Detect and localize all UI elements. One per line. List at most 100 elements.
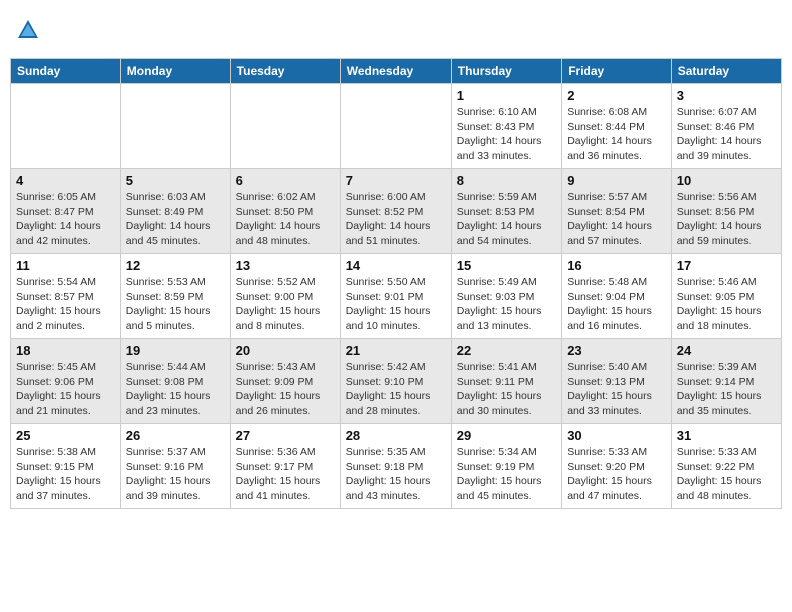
logo [14,16,46,44]
calendar-cell: 26Sunrise: 5:37 AM Sunset: 9:16 PM Dayli… [120,424,230,509]
calendar-cell: 15Sunrise: 5:49 AM Sunset: 9:03 PM Dayli… [451,254,561,339]
day-header-monday: Monday [120,59,230,84]
calendar-cell: 6Sunrise: 6:02 AM Sunset: 8:50 PM Daylig… [230,169,340,254]
day-number: 5 [126,173,225,188]
calendar-cell: 9 Sunrise: 5:57 AM Sunset: 8:54 PM Daylig… [562,169,672,254]
day-number: 25 [16,428,115,443]
calendar-cell: 29 Sunrise: 5:34 AM Sunset: 9:19 PM Dayli… [451,424,561,509]
day-number: 4 [16,173,115,188]
calendar-cell: 28 Sunrise: 5:35 AM Sunset: 9:18 PM Dayli… [340,424,451,509]
day-number: 31 [677,428,776,443]
calendar-cell: 14 Sunrise: 5:50 AM Sunset: 9:01 PM Dayli… [340,254,451,339]
day-number: 30 [567,428,666,443]
day-info: Sunrise: 5:57 AM Sunset: 8:54 PM Dayligh… [567,190,666,249]
day-header-thursday: Thursday [451,59,561,84]
day-info: Sunrise: 5:35 AM Sunset: 9:18 PM Dayligh… [346,445,446,504]
calendar-header-row: SundayMondayTuesdayWednesdayThursdayFrid… [11,59,782,84]
calendar-cell [120,84,230,169]
calendar-cell: 12 Sunrise: 5:53 AM Sunset: 8:59 PM Dayli… [120,254,230,339]
day-header-friday: Friday [562,59,672,84]
day-info: Sunrise: 5:41 AM Sunset: 9:11 PM Dayligh… [457,360,556,419]
calendar-cell: 10Sunrise: 5:56 AM Sunset: 8:56 PM Dayli… [671,169,781,254]
day-number: 6 [236,173,335,188]
day-number: 16 [567,258,666,273]
day-number: 26 [126,428,225,443]
calendar-cell: 21 Sunrise: 5:42 AM Sunset: 9:10 PM Dayli… [340,339,451,424]
day-number: 27 [236,428,335,443]
day-info: Sunrise: 5:42 AM Sunset: 9:10 PM Dayligh… [346,360,446,419]
calendar-week-2: 4 Sunrise: 6:05 AM Sunset: 8:47 PM Daylig… [11,169,782,254]
calendar-cell: 5 Sunrise: 6:03 AM Sunset: 8:49 PM Daylig… [120,169,230,254]
day-header-sunday: Sunday [11,59,121,84]
day-info: Sunrise: 5:33 AM Sunset: 9:22 PM Dayligh… [677,445,776,504]
day-info: Sunrise: 6:08 AM Sunset: 8:44 PM Dayligh… [567,105,666,164]
calendar-cell: 16Sunrise: 5:48 AM Sunset: 9:04 PM Dayli… [562,254,672,339]
calendar-cell: 13 Sunrise: 5:52 AM Sunset: 9:00 PM Dayli… [230,254,340,339]
page-header [10,10,782,50]
logo-icon [14,16,42,44]
calendar-cell: 8 Sunrise: 5:59 AM Sunset: 8:53 PM Daylig… [451,169,561,254]
day-info: Sunrise: 5:40 AM Sunset: 9:13 PM Dayligh… [567,360,666,419]
calendar-cell: 17Sunrise: 5:46 AM Sunset: 9:05 PM Dayli… [671,254,781,339]
day-header-saturday: Saturday [671,59,781,84]
day-number: 7 [346,173,446,188]
calendar-cell: 7 Sunrise: 6:00 AM Sunset: 8:52 PM Daylig… [340,169,451,254]
day-info: Sunrise: 5:36 AM Sunset: 9:17 PM Dayligh… [236,445,335,504]
calendar-week-4: 18 Sunrise: 5:45 AM Sunset: 9:06 PM Dayli… [11,339,782,424]
day-info: Sunrise: 5:39 AM Sunset: 9:14 PM Dayligh… [677,360,776,419]
day-number: 9 [567,173,666,188]
day-number: 11 [16,258,115,273]
day-info: Sunrise: 5:46 AM Sunset: 9:05 PM Dayligh… [677,275,776,334]
day-info: Sunrise: 5:52 AM Sunset: 9:00 PM Dayligh… [236,275,335,334]
day-number: 12 [126,258,225,273]
day-number: 28 [346,428,446,443]
day-number: 13 [236,258,335,273]
day-info: Sunrise: 6:07 AM Sunset: 8:46 PM Dayligh… [677,105,776,164]
calendar-cell [230,84,340,169]
day-number: 19 [126,343,225,358]
day-info: Sunrise: 6:03 AM Sunset: 8:49 PM Dayligh… [126,190,225,249]
day-number: 20 [236,343,335,358]
day-number: 23 [567,343,666,358]
day-info: Sunrise: 5:53 AM Sunset: 8:59 PM Dayligh… [126,275,225,334]
calendar-cell: 30 Sunrise: 5:33 AM Sunset: 9:20 PM Dayli… [562,424,672,509]
day-info: Sunrise: 5:43 AM Sunset: 9:09 PM Dayligh… [236,360,335,419]
day-info: Sunrise: 5:50 AM Sunset: 9:01 PM Dayligh… [346,275,446,334]
day-info: Sunrise: 5:54 AM Sunset: 8:57 PM Dayligh… [16,275,115,334]
calendar-cell: 23 Sunrise: 5:40 AM Sunset: 9:13 PM Dayli… [562,339,672,424]
day-number: 10 [677,173,776,188]
calendar-week-5: 25 Sunrise: 5:38 AM Sunset: 9:15 PM Dayli… [11,424,782,509]
day-info: Sunrise: 5:33 AM Sunset: 9:20 PM Dayligh… [567,445,666,504]
calendar-cell: 31 Sunrise: 5:33 AM Sunset: 9:22 PM Dayli… [671,424,781,509]
day-header-wednesday: Wednesday [340,59,451,84]
day-number: 14 [346,258,446,273]
day-info: Sunrise: 5:45 AM Sunset: 9:06 PM Dayligh… [16,360,115,419]
day-number: 8 [457,173,556,188]
calendar-cell: 1Sunrise: 6:10 AM Sunset: 8:43 PM Daylig… [451,84,561,169]
day-number: 2 [567,88,666,103]
calendar-cell: 27 Sunrise: 5:36 AM Sunset: 9:17 PM Dayli… [230,424,340,509]
day-info: Sunrise: 5:44 AM Sunset: 9:08 PM Dayligh… [126,360,225,419]
calendar-cell: 3 Sunrise: 6:07 AM Sunset: 8:46 PM Daylig… [671,84,781,169]
day-info: Sunrise: 6:00 AM Sunset: 8:52 PM Dayligh… [346,190,446,249]
day-number: 15 [457,258,556,273]
day-number: 3 [677,88,776,103]
calendar-cell: 18 Sunrise: 5:45 AM Sunset: 9:06 PM Dayli… [11,339,121,424]
day-number: 22 [457,343,556,358]
calendar-cell: 19 Sunrise: 5:44 AM Sunset: 9:08 PM Dayli… [120,339,230,424]
calendar: SundayMondayTuesdayWednesdayThursdayFrid… [10,58,782,509]
calendar-cell [340,84,451,169]
day-number: 18 [16,343,115,358]
calendar-cell: 4 Sunrise: 6:05 AM Sunset: 8:47 PM Daylig… [11,169,121,254]
calendar-cell: 24 Sunrise: 5:39 AM Sunset: 9:14 PM Dayli… [671,339,781,424]
day-info: Sunrise: 5:38 AM Sunset: 9:15 PM Dayligh… [16,445,115,504]
calendar-cell: 22 Sunrise: 5:41 AM Sunset: 9:11 PM Dayli… [451,339,561,424]
day-info: Sunrise: 5:34 AM Sunset: 9:19 PM Dayligh… [457,445,556,504]
day-info: Sunrise: 6:05 AM Sunset: 8:47 PM Dayligh… [16,190,115,249]
day-info: Sunrise: 5:59 AM Sunset: 8:53 PM Dayligh… [457,190,556,249]
calendar-cell: 25 Sunrise: 5:38 AM Sunset: 9:15 PM Dayli… [11,424,121,509]
day-number: 24 [677,343,776,358]
day-header-tuesday: Tuesday [230,59,340,84]
day-number: 29 [457,428,556,443]
day-number: 21 [346,343,446,358]
